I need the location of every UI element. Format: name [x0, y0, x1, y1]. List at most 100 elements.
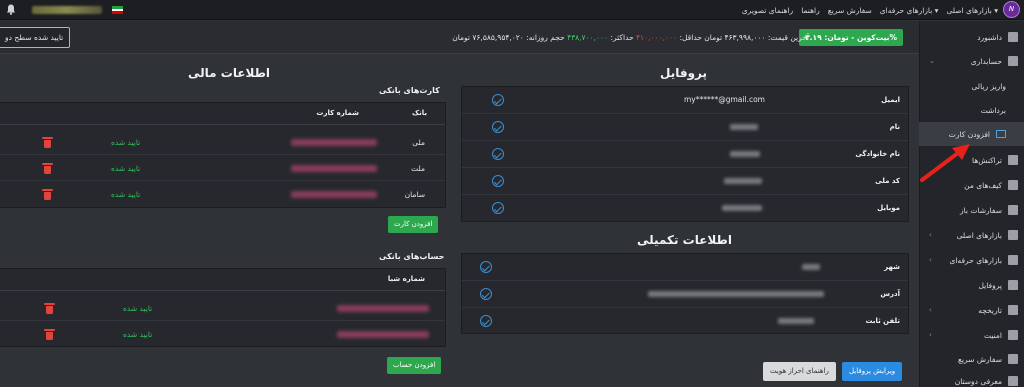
lightning-icon	[1008, 354, 1018, 364]
status-badge: تایید شده	[111, 164, 141, 173]
accounting-icon	[1008, 56, 1018, 66]
sidebar-item-label: بازارهای اصلی	[956, 230, 1002, 240]
menu-pro-markets[interactable]: بازارهای حرفه‌ای ▾	[880, 6, 939, 15]
last-name-label: نام خانوادگی	[855, 150, 900, 158]
bank-accounts-table: شماره شبا تایید شده تایید شده	[0, 268, 446, 347]
sidebar-item-open-orders[interactable]: سفارشات باز	[919, 198, 1024, 222]
chevron-left-icon: ‹	[929, 331, 932, 339]
username-blurred[interactable]	[32, 6, 102, 14]
email-value: my******@gmail.com	[684, 95, 765, 104]
table-row: ملی تایید شده	[0, 129, 445, 155]
identity-guide-button[interactable]: راهنمای احراز هویت	[763, 362, 836, 381]
extra-info-title: اطلاعات تکمیلی	[637, 233, 732, 247]
profile-row-mobile: موبایل	[462, 195, 908, 222]
mobile-blurred	[722, 205, 762, 211]
red-arrow-icon	[920, 144, 970, 182]
sidebar-item-label: سفارش سریع	[957, 354, 1002, 364]
sidebar: داشبورد حسابداری ⌄ واریز ریالی برداشت افز…	[919, 21, 1024, 387]
logo[interactable]: N	[1003, 1, 1020, 18]
volume-value: ۷۶,۵۸۵,۹۵۴,۰۲۰ تومان	[452, 33, 524, 42]
max-value: ۴۳۸,۷۰۰,۰۰۰	[567, 33, 609, 42]
landline-label: تلفن ثابت	[865, 317, 900, 325]
sidebar-item-label: برداشت	[980, 105, 1006, 115]
add-card-button[interactable]: افزودن کارت	[388, 216, 439, 233]
sidebar-item-dashboard[interactable]: داشبورد	[919, 25, 1024, 49]
last-name-blurred	[730, 151, 760, 157]
verified-check-icon	[492, 121, 504, 133]
sidebar-item-withdraw[interactable]: برداشت	[919, 98, 1024, 122]
ticker-stats: آخرین قیمت: ۴۶۳,۹۹۸,۰۰۰ تومان حداقل: ۴۱۰…	[452, 33, 809, 42]
sidebar-item-label: تاریخچه	[978, 305, 1002, 315]
status-badge: تایید شده	[123, 330, 153, 339]
mobile-label: موبایل	[877, 204, 900, 212]
national-code-blurred	[724, 178, 762, 184]
last-price-label: آخرین قیمت:	[767, 33, 809, 42]
ticker-bar: بیت‌کوین - تومان: ۳.۱۹% آخرین قیمت: ۴۶۳,…	[0, 21, 919, 54]
sidebar-item-security[interactable]: امنیت ‹	[919, 323, 1024, 347]
bank-cards-title: کارت‌های بانکی	[379, 86, 440, 95]
extra-row-city: شهر	[462, 254, 908, 281]
trash-icon[interactable]	[42, 189, 53, 200]
chevron-left-icon: ‹	[929, 256, 932, 264]
menu-main-markets[interactable]: بازارهای اصلی ▾	[946, 6, 998, 15]
profile-row-national-code: کد ملی	[462, 168, 908, 195]
bank-column-header: بانک	[411, 109, 427, 117]
verified-check-icon	[480, 261, 492, 273]
sidebar-item-quick-order[interactable]: سفارش سریع	[919, 347, 1024, 371]
menu-visual-guide[interactable]: راهنمای تصویری	[742, 6, 793, 15]
sidebar-item-label: تراکنش‌ها	[972, 155, 1002, 165]
top-bar: N بازارهای اصلی ▾ بازارهای حرفه‌ای ▾ سفا…	[0, 0, 1024, 20]
volume-label: حجم روزانه:	[526, 33, 565, 42]
transactions-icon	[1008, 155, 1018, 165]
user-icon	[1008, 280, 1018, 290]
sheba-column-header: شماره شبا	[387, 275, 425, 283]
city-blurred	[802, 264, 820, 270]
address-blurred	[648, 291, 824, 297]
sidebar-item-history[interactable]: تاریخچه ‹	[919, 298, 1024, 322]
trash-icon[interactable]	[44, 329, 55, 340]
trash-icon[interactable]	[44, 303, 55, 314]
card-number-blurred	[291, 191, 377, 198]
extra-row-address: آدرس	[462, 281, 908, 308]
finance-title: اطلاعات مالی	[188, 66, 271, 80]
top-menu: بازارهای اصلی ▾ بازارهای حرفه‌ای ▾ سفارش…	[742, 0, 998, 20]
sheba-number-blurred	[337, 305, 429, 312]
menu-help[interactable]: راهنما	[801, 6, 820, 15]
sidebar-item-label: بازارهای حرفه‌ای	[949, 255, 1002, 265]
sidebar-item-refer-friends[interactable]: معرفی دوستان	[919, 369, 1024, 387]
gift-icon	[1008, 376, 1018, 386]
sidebar-item-main-markets[interactable]: بازارهای اصلی ‹	[919, 223, 1024, 247]
credit-card-icon	[996, 130, 1006, 138]
national-code-label: کد ملی	[875, 177, 900, 185]
verified-check-icon	[492, 202, 504, 214]
verified-check-icon	[480, 315, 492, 327]
chevron-left-icon: ‹	[929, 231, 932, 239]
iran-flag-icon[interactable]	[112, 6, 123, 14]
verification-level-button[interactable]: تایید شده سطح دو	[0, 27, 71, 48]
verified-check-icon	[492, 175, 504, 187]
trash-icon[interactable]	[42, 137, 53, 148]
sheba-number-blurred	[337, 331, 429, 338]
market-badge[interactable]: بیت‌کوین - تومان: ۳.۱۹%	[799, 29, 903, 46]
markets-icon	[1008, 230, 1018, 240]
sidebar-item-profile[interactable]: پروفایل	[919, 273, 1024, 297]
trash-icon[interactable]	[42, 163, 53, 174]
sidebar-item-label: پروفایل	[978, 280, 1003, 290]
chevron-down-icon: ⌄	[929, 57, 935, 65]
bell-icon[interactable]	[6, 4, 16, 15]
edit-profile-button[interactable]: ویرایش پروفایل	[842, 362, 903, 381]
profile-row-first-name: نام	[462, 114, 908, 141]
dashboard-icon	[1008, 32, 1018, 42]
extra-row-phone: تلفن ثابت	[462, 308, 908, 335]
menu-quick-order[interactable]: سفارش سریع	[828, 6, 872, 15]
pro-markets-icon	[1008, 255, 1018, 265]
email-label: ایمیل	[881, 96, 900, 104]
bank-name: سامان	[404, 190, 425, 199]
profile-title: پروفایل	[660, 66, 708, 80]
table-row: سامان تایید شده	[0, 181, 445, 207]
sidebar-item-pro-markets[interactable]: بازارهای حرفه‌ای ‹	[919, 248, 1024, 272]
add-account-button[interactable]: افزودن حساب	[387, 357, 442, 374]
sidebar-item-label: سفارشات باز	[960, 205, 1002, 215]
sidebar-item-rial-deposit[interactable]: واریز ریالی	[919, 74, 1024, 98]
sidebar-item-accounting[interactable]: حسابداری ⌄	[919, 49, 1024, 73]
